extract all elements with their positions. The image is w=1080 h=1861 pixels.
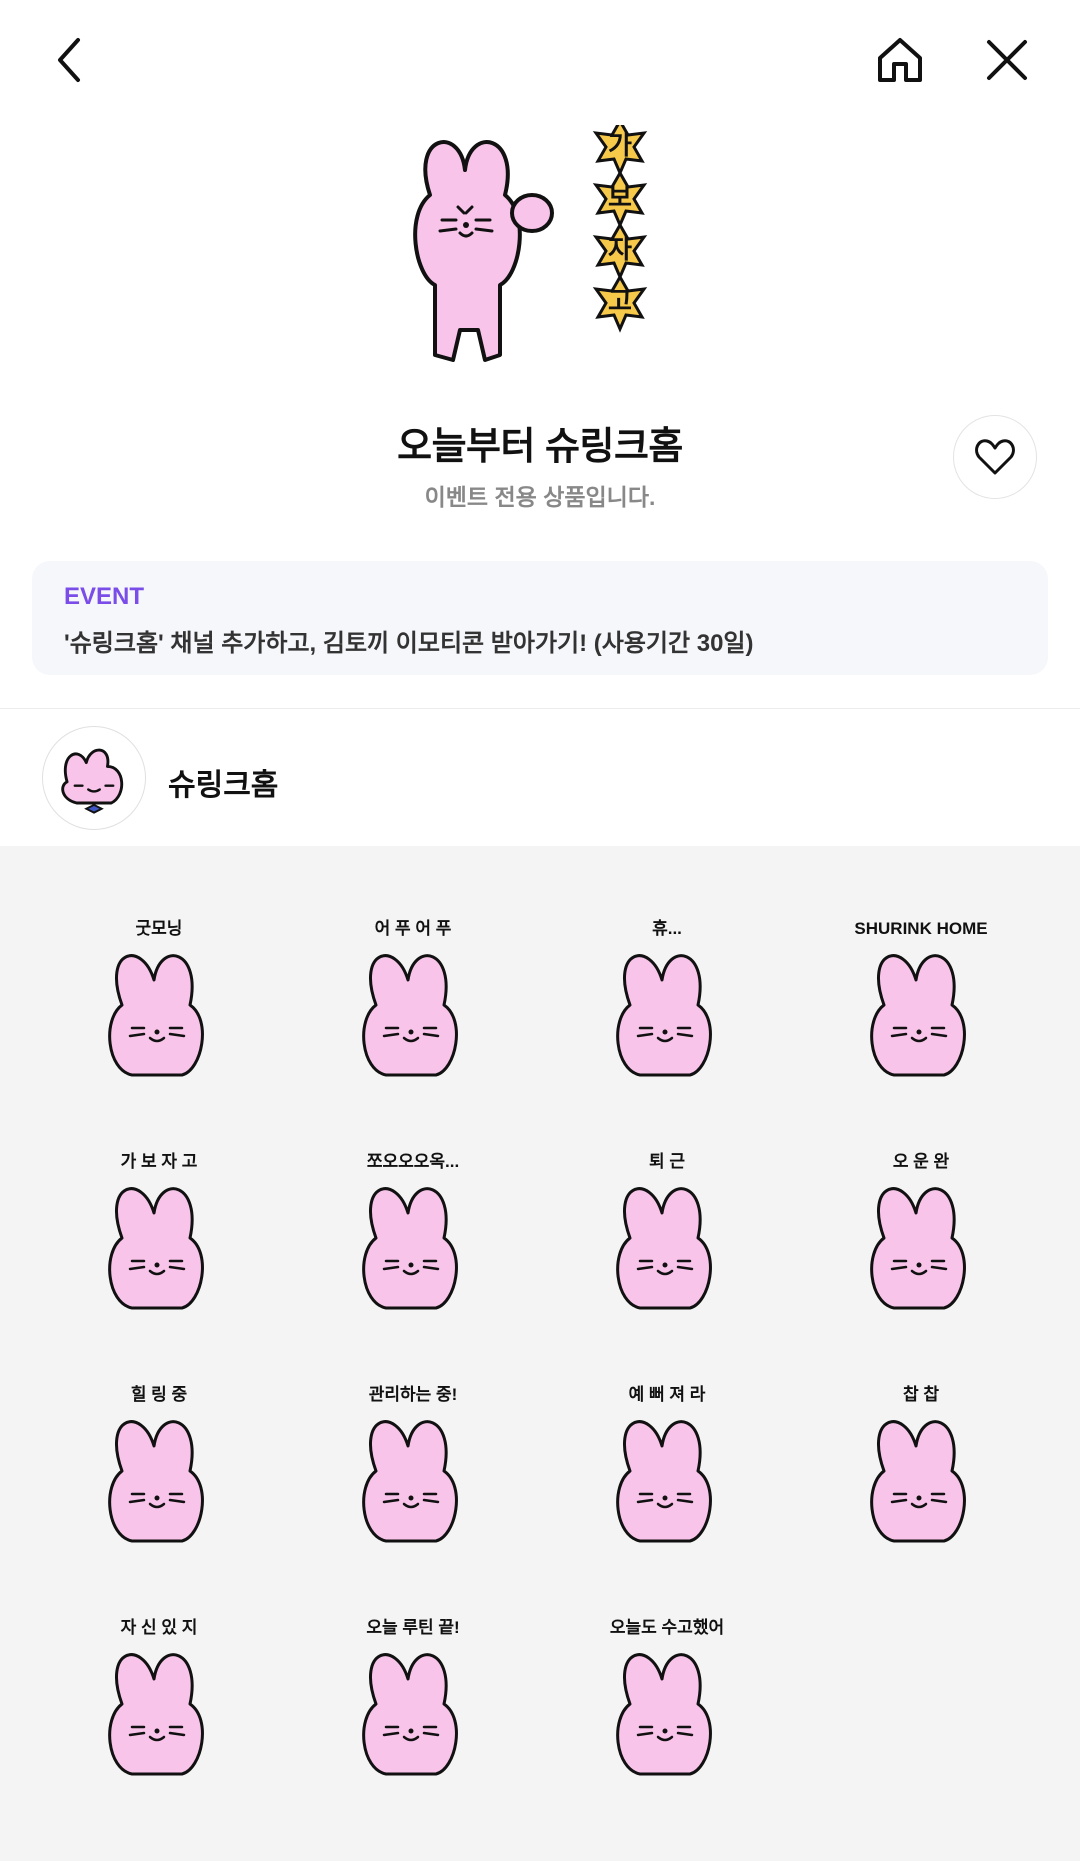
sticker-item[interactable]: SHURINK HOME <box>834 910 1009 1085</box>
product-subtitle: 이벤트 전용 상품입니다. <box>424 484 656 510</box>
chevron-left-icon <box>58 38 80 82</box>
sticker-preview-area: 굿모닝 어 푸 어 푸 휴... SHURINK HOME 가 보 자 고 쪼오오오옥..… <box>0 846 1080 1861</box>
close-icon <box>987 40 1027 80</box>
sticker-item[interactable]: 퇴 근 <box>580 1143 755 1318</box>
event-tag: EVENT <box>64 583 145 610</box>
home-icon <box>878 38 922 82</box>
sticker-caption: 어 푸 어 푸 <box>375 919 452 938</box>
hero-caption-2: 보 <box>608 182 632 212</box>
product-title: 오늘부터 슈링크홈 <box>397 426 683 468</box>
like-button[interactable] <box>953 415 1037 499</box>
sticker-caption: 오 운 완 <box>893 1152 950 1171</box>
sticker-item[interactable]: 오 운 완 <box>834 1143 1009 1318</box>
channel-name[interactable]: 슈링크홈 <box>168 760 278 804</box>
sticker-item[interactable]: 찹 찹 <box>834 1376 1009 1551</box>
event-description: '슈링크홈' 채널 추가하고, 김토끼 이모티콘 받아가기! (사용기간 30일… <box>64 630 754 657</box>
sticker-caption: 오늘 루틴 끝! <box>366 1618 459 1637</box>
sticker-item[interactable]: 휴... <box>580 910 755 1085</box>
sticker-item[interactable]: 오늘 루틴 끝! <box>326 1609 501 1784</box>
hero-caption-4: 고 <box>608 286 632 316</box>
sticker-caption: 굿모닝 <box>136 919 183 938</box>
top-bar <box>0 0 1080 120</box>
sticker-caption: 오늘도 수고했어 <box>610 1617 724 1637</box>
sticker-caption: 쪼오오오옥... <box>367 1152 459 1171</box>
hero-caption-3: 자 <box>608 234 632 264</box>
divider <box>0 708 1080 709</box>
channel-avatar[interactable] <box>42 726 146 830</box>
sticker-grid: 굿모닝 어 푸 어 푸 휴... SHURINK HOME 가 보 자 고 쪼오오오옥..… <box>72 910 1008 1784</box>
home-button[interactable] <box>868 28 932 92</box>
sticker-caption: 자 신 있 지 <box>121 1618 198 1637</box>
channel-row[interactable]: 슈링크홈 <box>0 722 1080 844</box>
sticker-caption: 힐 링 중 <box>131 1384 188 1404</box>
sticker-item[interactable]: 힐 링 중 <box>72 1376 247 1551</box>
sticker-caption: 휴... <box>652 918 682 938</box>
sticker-caption: 찹 찹 <box>903 1384 939 1404</box>
sticker-item[interactable]: 관리하는 중! <box>326 1376 501 1551</box>
sticker-item[interactable]: 자 신 있 지 <box>72 1609 247 1784</box>
sticker-item[interactable]: 쪼오오오옥... <box>326 1143 501 1318</box>
sticker-caption: SHURINK HOME <box>854 919 987 938</box>
sticker-caption: 예 뻐 져 라 <box>629 1385 706 1404</box>
sticker-caption: 관리하는 중! <box>369 1385 458 1404</box>
sticker-item[interactable]: 굿모닝 <box>72 910 247 1085</box>
sticker-item[interactable]: 어 푸 어 푸 <box>326 910 501 1085</box>
sticker-item[interactable]: 가 보 자 고 <box>72 1143 247 1318</box>
sticker-caption: 퇴 근 <box>649 1152 685 1171</box>
hero-caption-1: 가 <box>608 130 632 160</box>
back-button[interactable] <box>38 28 102 92</box>
sticker-item[interactable]: 오늘도 수고했어 <box>580 1609 755 1784</box>
sticker-item[interactable]: 예 뻐 져 라 <box>580 1376 755 1551</box>
hero-sticker-image: 가 보 자 고 <box>390 117 690 385</box>
sticker-caption: 가 보 자 고 <box>121 1152 198 1171</box>
close-button[interactable] <box>975 28 1039 92</box>
heart-icon <box>975 439 1015 475</box>
event-banner[interactable]: EVENT '슈링크홈' 채널 추가하고, 김토끼 이모티콘 받아가기! (사용… <box>32 561 1048 675</box>
